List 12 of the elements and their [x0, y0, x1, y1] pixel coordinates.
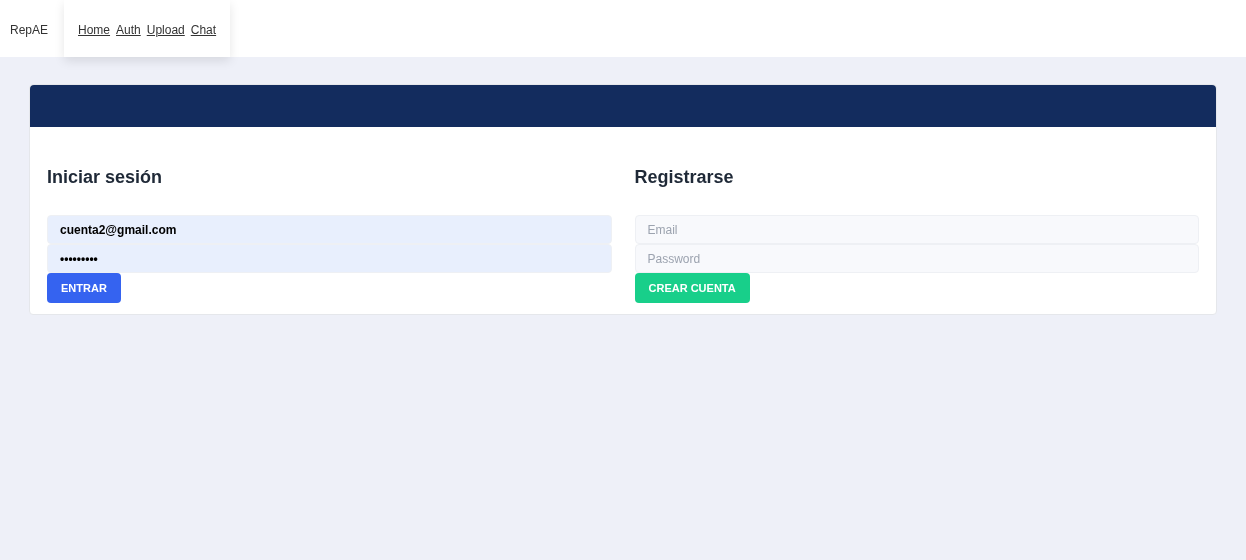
section-heading: Registrarse [634, 166, 735, 189]
nav-link[interactable]: Home [78, 21, 111, 39]
brand-name: RepAE [10, 22, 49, 39]
input-field[interactable]: Password [634, 244, 1199, 273]
input-field[interactable]: Email [634, 215, 1199, 244]
submit-button[interactable]: ENTRAR [47, 273, 121, 303]
nav-link[interactable]: Auth [116, 21, 141, 39]
nav-link[interactable]: Upload [146, 21, 185, 39]
section-heading: Iniciar sesión [47, 166, 164, 189]
input-field[interactable]: ••••••••• [47, 244, 612, 273]
nav-link[interactable]: Chat [190, 21, 217, 39]
input-field[interactable]: cuenta2@gmail.com [47, 215, 612, 244]
